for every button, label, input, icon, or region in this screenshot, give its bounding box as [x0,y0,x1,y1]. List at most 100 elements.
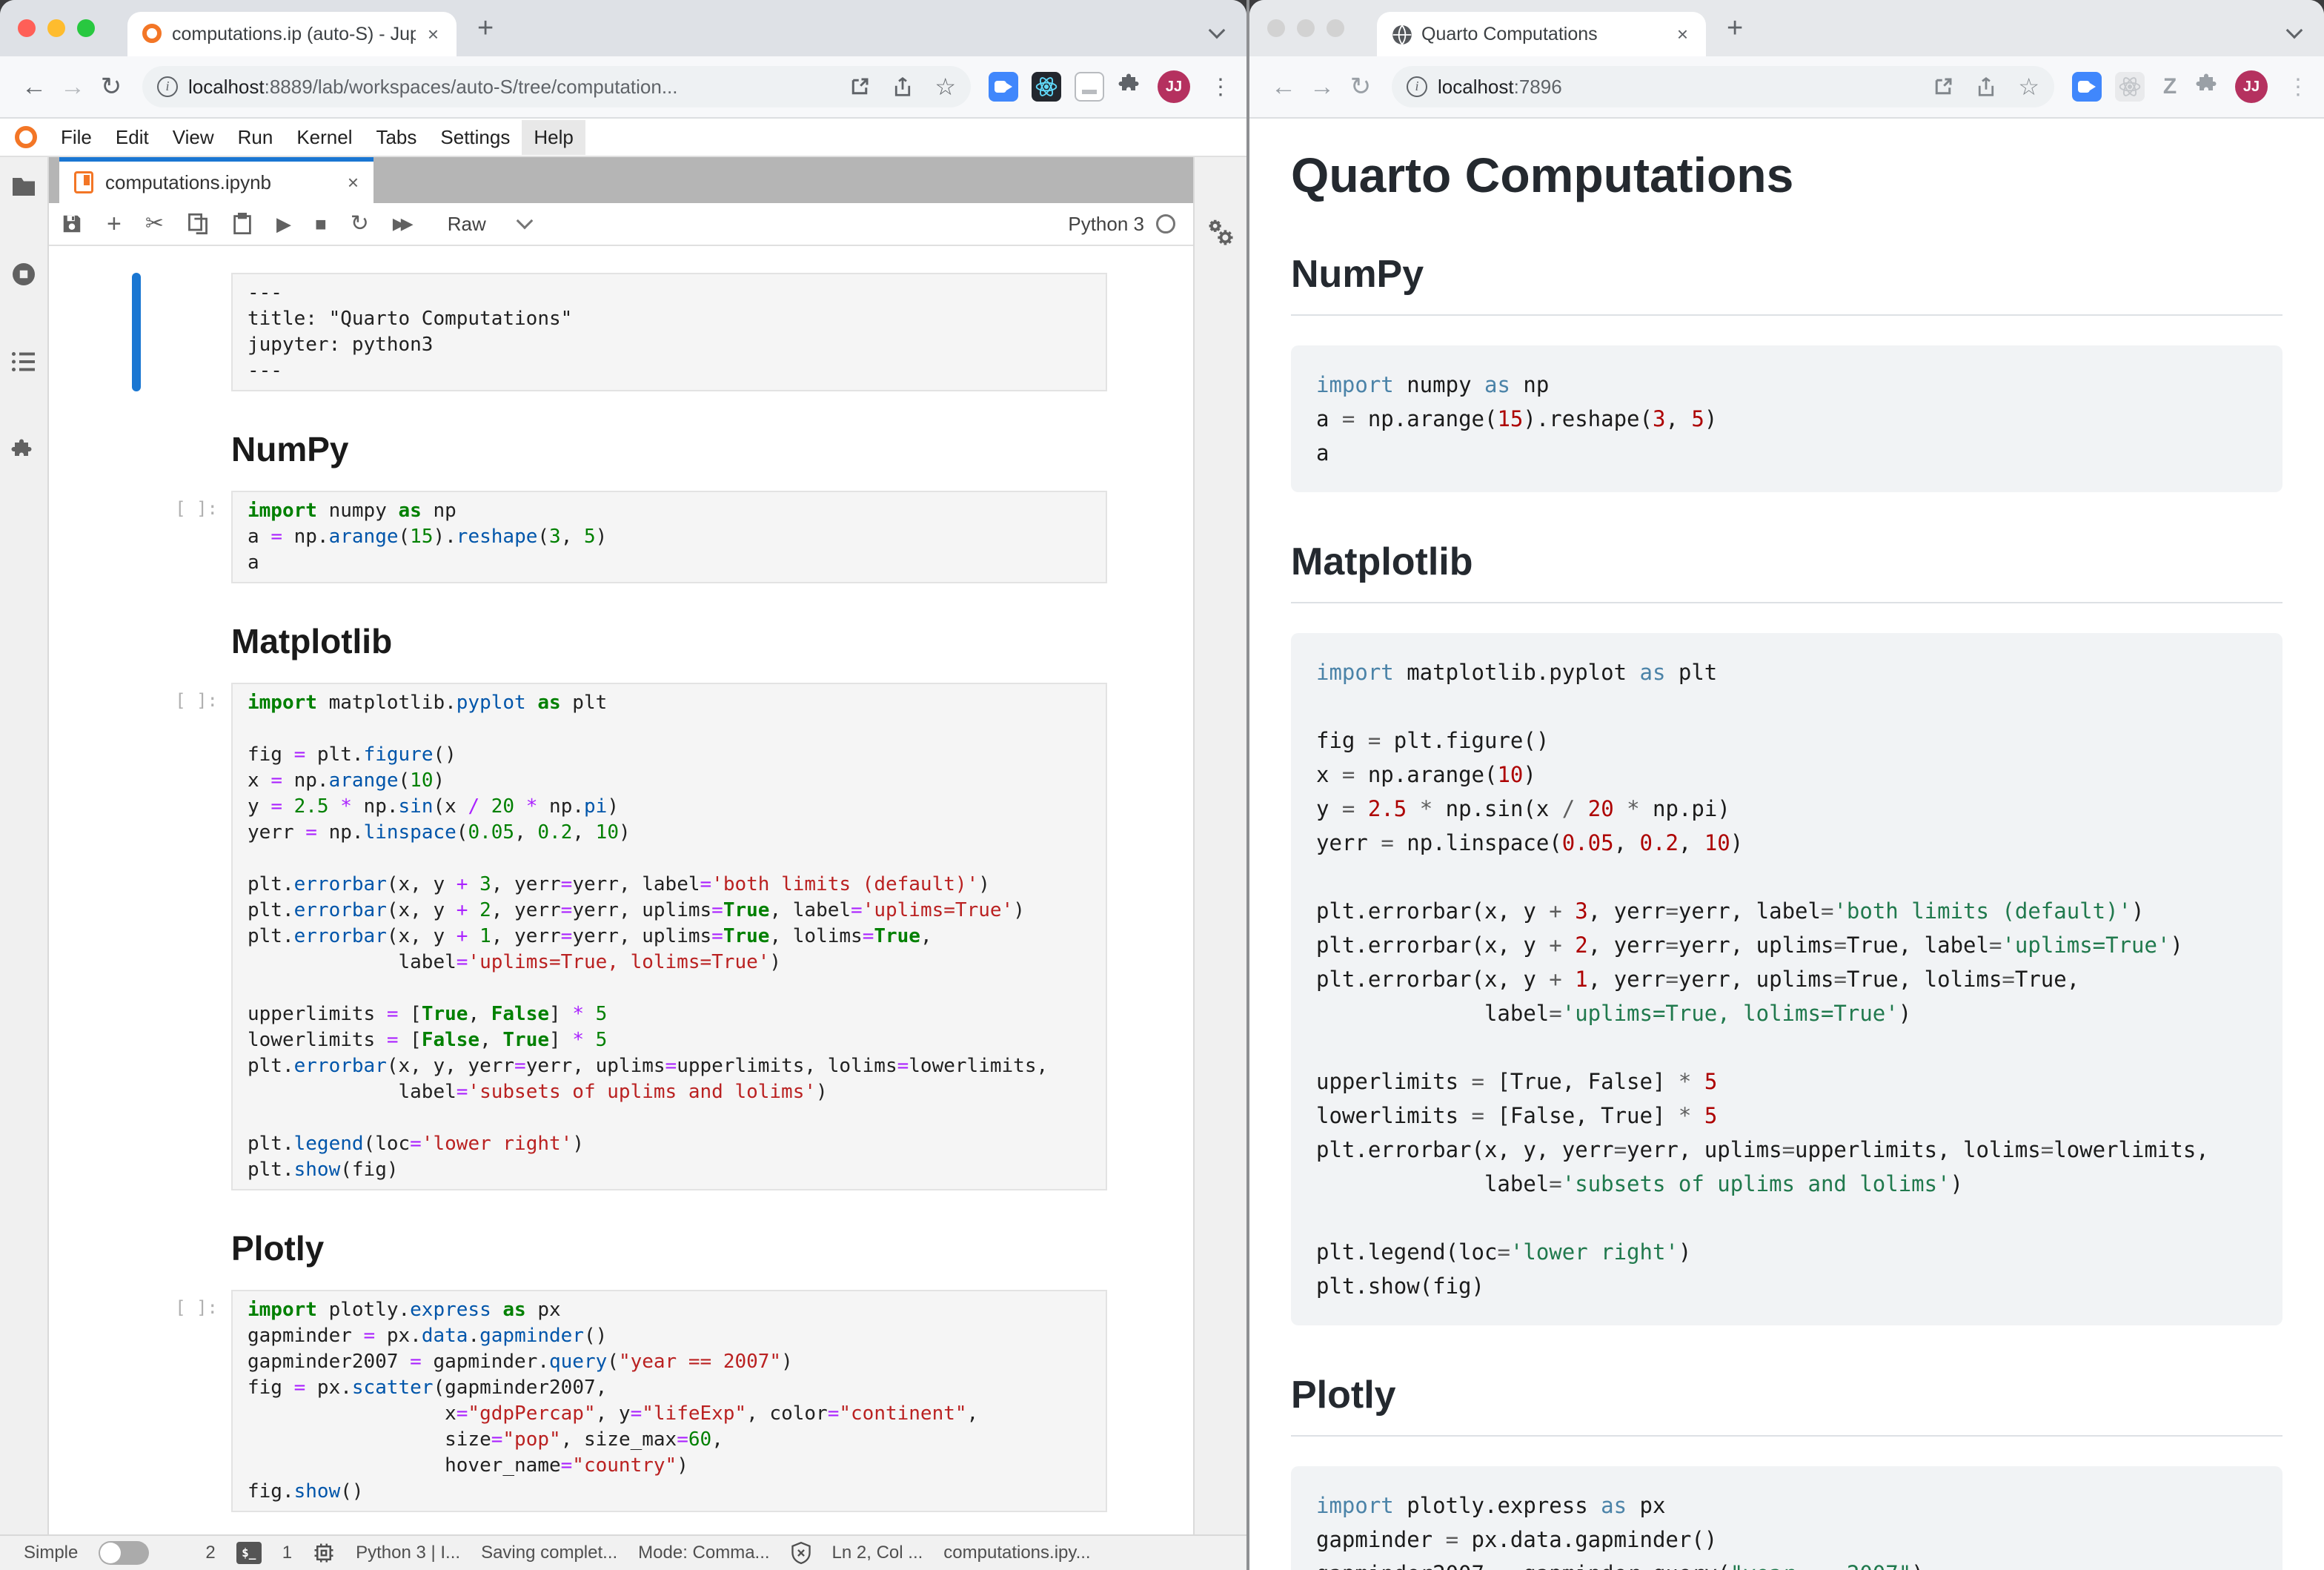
notebook-tab-close-icon[interactable]: × [348,171,359,194]
cell-type-value: Raw [448,213,486,236]
restart-run-all-button[interactable]: ▶▶ [393,216,409,232]
share-icon[interactable] [1975,76,1997,98]
copy-cells-button[interactable] [187,213,208,235]
property-inspector-gears-icon[interactable] [1204,216,1237,1534]
section-heading-matplotlib: Matplotlib [231,622,1107,660]
restart-kernel-button[interactable]: ↻ [351,213,369,235]
terminal-count: 2 [205,1543,215,1563]
menu-edit[interactable]: Edit [104,120,161,155]
code-block-numpy: import numpy as npa = np.arange(15).resh… [1291,345,2282,492]
simple-mode-toggle[interactable] [99,1541,149,1565]
code-cell-numpy[interactable]: [ ]: import numpy as npa = np.arange(15)… [231,491,1107,583]
save-button[interactable] [61,213,83,235]
cell-type-dropdown[interactable]: Raw [448,213,531,236]
site-info-icon[interactable]: i [1407,76,1427,97]
code-editor-matplotlib[interactable]: import matplotlib.pyplot as plt fig = pl… [231,683,1107,1190]
new-tab-button[interactable]: + [1727,13,1743,44]
interrupt-kernel-button[interactable]: ■ [315,214,327,233]
zoom-extension-icon[interactable] [2072,72,2102,102]
jupyterlab-app: File Edit View Run Kernel Tabs Settings … [0,119,1246,1570]
markdown-cell-plotly[interactable]: Plotly [231,1229,1107,1268]
terminal-icon[interactable]: $_ [236,1542,262,1564]
zoom-extension-icon[interactable] [989,72,1018,102]
markdown-cell-numpy[interactable]: NumPy [231,430,1107,468]
menu-view[interactable]: View [161,120,226,155]
menu-file[interactable]: File [49,120,104,155]
back-button[interactable]: ← [15,73,53,102]
window-controls [18,19,95,37]
tab-close-icon[interactable]: × [425,23,442,46]
running-kernels-icon[interactable] [10,261,37,294]
table-of-contents-icon[interactable] [10,350,37,380]
cell-prompt: [ ]: [136,498,218,519]
bookmark-star-icon[interactable]: ☆ [2018,76,2039,98]
browser-tab-title: Quarto Computations [1421,24,1665,45]
kernel-status-icon[interactable] [1156,214,1175,233]
forward-button[interactable]: → [1303,73,1341,102]
markdown-cell-matplotlib[interactable]: Matplotlib [231,622,1107,660]
menu-tabs[interactable]: Tabs [364,120,428,155]
minimize-window-button[interactable] [47,19,65,37]
close-window-button[interactable] [1267,19,1285,37]
raw-cell[interactable]: ---title: "Quarto Computations"jupyter: … [231,273,1107,391]
kernel-name[interactable]: Python 3 [1068,213,1144,236]
extensions-puzzle-icon[interactable] [2195,70,2222,103]
menu-settings[interactable]: Settings [428,120,522,155]
extension-manager-puzzle-icon[interactable] [10,436,37,468]
browser-menu-icon[interactable]: ⋮ [2287,74,2309,100]
browser-tab-jupyter[interactable]: computations.ip (auto-S) - Jup × [127,12,456,56]
minimize-window-button[interactable] [1297,19,1315,37]
menu-kernel[interactable]: Kernel [285,120,364,155]
notebook-tab[interactable]: computations.ipynb × [59,157,374,203]
address-bar[interactable]: i localhost :8889/lab/workspaces/auto-S/… [142,66,971,107]
browser-tab-title: computations.ip (auto-S) - Jup [172,24,416,45]
notebook-file-icon [74,171,93,193]
cut-cells-button[interactable]: ✂ [145,213,164,235]
tab-search-chevron-icon[interactable] [1211,15,1223,42]
share-icon[interactable] [892,76,914,98]
paste-cells-button[interactable] [232,213,253,235]
raw-cell-editor[interactable]: ---title: "Quarto Computations"jupyter: … [231,273,1107,391]
react-devtools-icon[interactable] [1032,72,1061,102]
cursor-position-text[interactable]: Ln 2, Col ... [832,1543,923,1563]
browser-menu-icon[interactable]: ⋮ [1209,74,1232,100]
extensions-puzzle-icon[interactable] [1118,70,1144,103]
add-cell-button[interactable]: + [107,211,122,236]
close-window-button[interactable] [18,19,36,37]
tab-close-icon[interactable]: × [1674,23,1691,46]
z-extension-icon[interactable]: Z [2158,74,2182,99]
react-devtools-icon[interactable] [2115,72,2145,102]
url-path: :8889/lab/workspaces/auto-S/tree/computa… [265,76,834,99]
reload-button[interactable]: ↻ [1341,72,1380,102]
address-bar[interactable]: i localhost :7896 ☆ [1392,66,2054,107]
forward-button[interactable]: → [53,73,92,102]
file-browser-icon[interactable] [10,175,37,205]
run-cell-button[interactable]: ▶ [276,214,291,233]
new-tab-button[interactable]: + [477,13,494,44]
jupyterlab-statusbar: Simple 2 $_ 1 Python 3 | I... Saving com… [0,1534,1246,1570]
reload-button[interactable]: ↻ [92,72,130,102]
command-mode-text[interactable]: Mode: Comma... [638,1543,769,1563]
site-info-icon[interactable]: i [157,76,178,97]
code-editor-numpy[interactable]: import numpy as npa = np.arange(15).resh… [231,491,1107,583]
code-cell-matplotlib[interactable]: [ ]: import matplotlib.pyplot as plt fig… [231,683,1107,1190]
trust-shield-icon[interactable] [791,1542,811,1564]
profile-avatar[interactable]: JJ [2235,70,2268,103]
open-in-new-icon[interactable] [849,76,871,98]
zoom-window-button[interactable] [1327,19,1344,37]
bookmark-star-icon[interactable]: ☆ [934,76,956,98]
back-button[interactable]: ← [1264,73,1303,102]
zoom-window-button[interactable] [77,19,95,37]
browser-tab-quarto[interactable]: Quarto Computations × [1377,12,1706,56]
menu-run[interactable]: Run [226,120,285,155]
open-in-new-icon[interactable] [1932,76,1954,98]
tab-search-chevron-icon[interactable] [2288,15,2300,42]
code-cell-plotly[interactable]: [ ]: import plotly.express as pxgapminde… [231,1290,1107,1512]
kernel-status-text[interactable]: Python 3 | I... [356,1543,460,1563]
profile-avatar[interactable]: JJ [1158,70,1190,103]
document-extension-icon[interactable] [1075,72,1104,102]
code-editor-plotly[interactable]: import plotly.express as pxgapminder = p… [231,1290,1107,1512]
jupyter-logo-icon [15,126,37,148]
kernel-chip-icon[interactable] [313,1542,335,1564]
menu-help[interactable]: Help [522,120,585,155]
